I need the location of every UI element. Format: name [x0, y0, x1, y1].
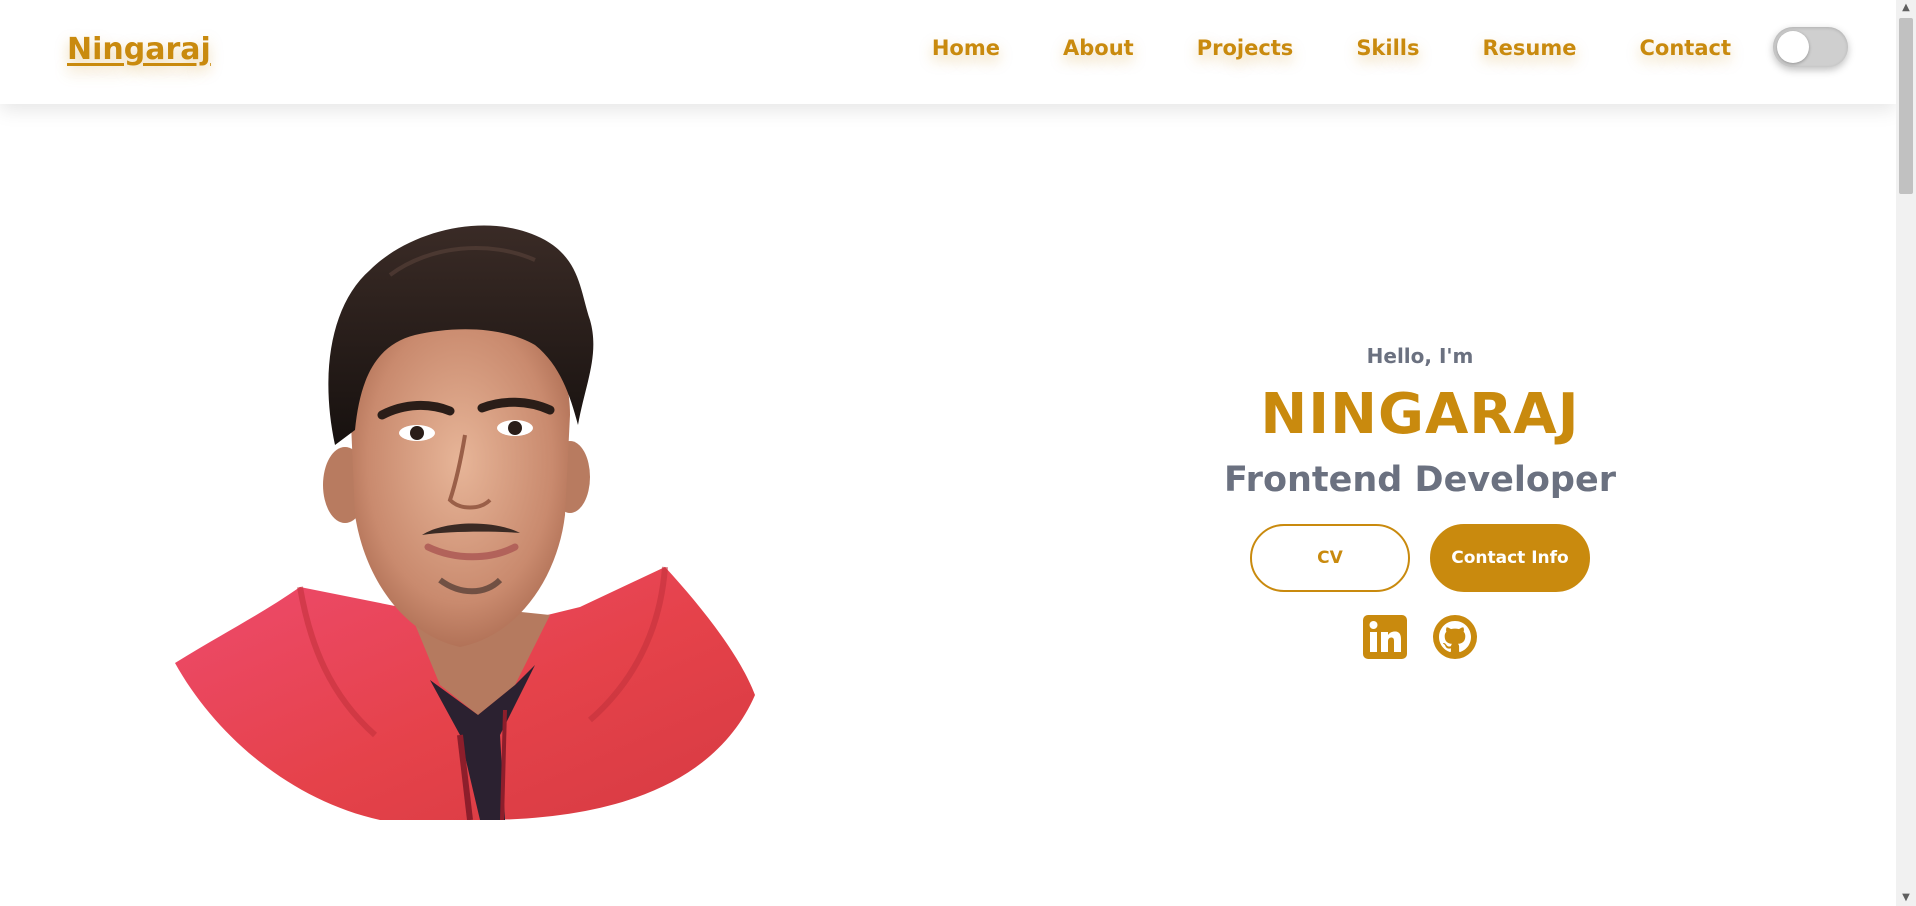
nav-resume[interactable]: Resume: [1483, 36, 1577, 60]
hero-name: NINGARAJ: [1260, 382, 1580, 447]
contact-info-button[interactable]: Contact Info: [1430, 524, 1590, 592]
hero-role: Frontend Developer: [1224, 460, 1616, 500]
nav-projects[interactable]: Projects: [1197, 36, 1294, 60]
hero-buttons: CV Contact Info: [1160, 524, 1680, 592]
linkedin-icon[interactable]: [1362, 614, 1408, 660]
greeting-text: Hello, I'm: [1366, 344, 1474, 368]
scrollbar-thumb[interactable]: [1899, 18, 1913, 194]
nav-about[interactable]: About: [1063, 36, 1134, 60]
profile-photo: [175, 225, 755, 820]
toggle-knob: [1777, 31, 1809, 63]
cv-button[interactable]: CV: [1250, 524, 1410, 592]
page-scrollbar[interactable]: ▲ ▼: [1896, 0, 1916, 906]
social-links: [1160, 614, 1680, 660]
nav-skills[interactable]: Skills: [1356, 36, 1419, 60]
nav-contact[interactable]: Contact: [1640, 36, 1732, 60]
portfolio-page: Ningaraj Home About Projects Skills Resu…: [0, 0, 1916, 906]
nav-menu: Home About Projects Skills Resume Contac…: [932, 36, 1731, 60]
scroll-up-arrow-icon[interactable]: ▲: [1896, 0, 1916, 16]
site-logo[interactable]: Ningaraj: [67, 32, 211, 67]
nav-home[interactable]: Home: [932, 36, 1000, 60]
hero-intro: Hello, I'm NINGARAJ Frontend Developer C…: [1160, 340, 1680, 660]
navbar: Ningaraj Home About Projects Skills Resu…: [0, 0, 1896, 104]
theme-toggle[interactable]: [1773, 27, 1848, 67]
scroll-down-arrow-icon[interactable]: ▼: [1896, 890, 1916, 906]
github-icon[interactable]: [1432, 614, 1478, 660]
